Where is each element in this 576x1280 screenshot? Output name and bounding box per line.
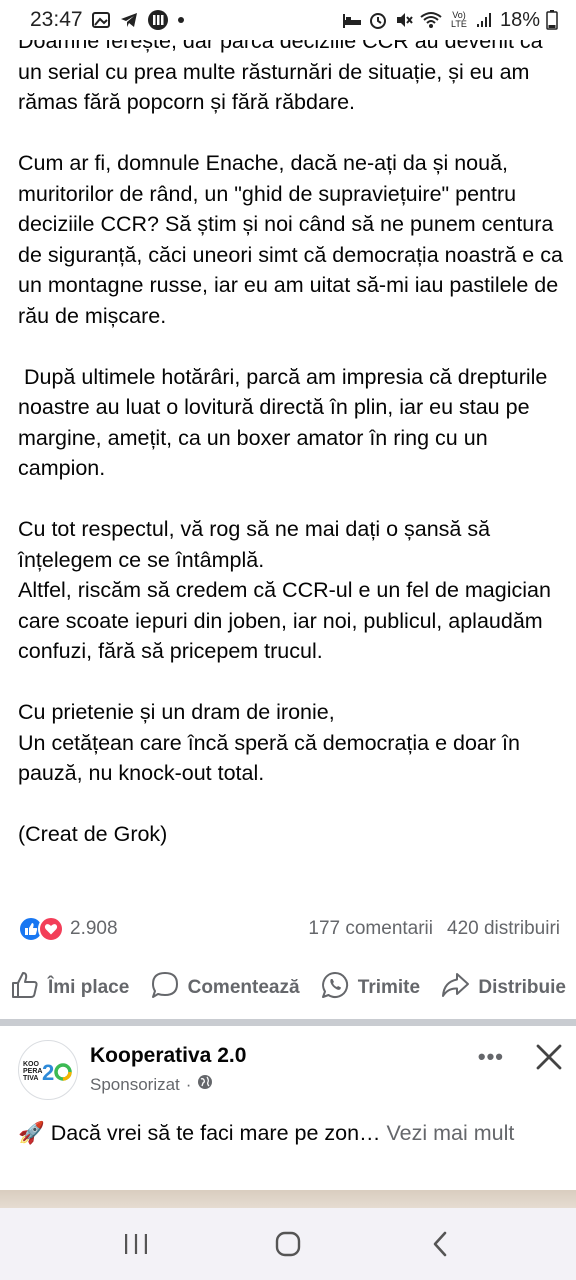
ad-image-preview[interactable] — [0, 1190, 576, 1210]
svg-text:2: 2 — [42, 1060, 54, 1085]
ad-caption-text: 🚀 Dacă vrei să te faci mare pe zon… — [18, 1121, 387, 1145]
mute-icon — [394, 10, 414, 30]
engagement-counts: 177 comentarii 420 distribuiri — [308, 918, 560, 940]
battery-icon — [546, 10, 558, 30]
back-chevron-icon — [433, 1231, 447, 1257]
back-button[interactable] — [410, 1219, 470, 1269]
love-reaction-icon — [38, 916, 64, 942]
dot-icon — [177, 16, 185, 24]
bed-icon — [342, 11, 362, 29]
svg-text:PERA: PERA — [23, 1068, 42, 1075]
alarm-icon — [368, 10, 388, 30]
post-paragraph: Cu prietenie și un dram de ironie, — [18, 700, 335, 724]
sponsored-line: Sponsorizat · — [90, 1074, 246, 1095]
post-paragraph: Cum ar fi, domnule Enache, dacă ne-ați d… — [18, 151, 563, 328]
kooperativa-logo: KOO PERA TIVA 2 — [23, 1060, 72, 1085]
sponsored-label[interactable]: Sponsorizat — [90, 1075, 180, 1095]
share-button[interactable]: Distribuie — [440, 970, 566, 1006]
post-action-bar: Îmi place Comentează Trimite Distribuie — [0, 968, 576, 1008]
like-button[interactable]: Îmi place — [10, 970, 129, 1006]
post-signature: (Creat de Grok) — [18, 822, 168, 846]
home-icon — [275, 1231, 301, 1257]
meta-separator: · — [185, 1074, 192, 1094]
signal-icon — [476, 12, 494, 28]
svg-text:TIVA: TIVA — [23, 1075, 38, 1082]
recents-icon — [125, 1234, 147, 1254]
reactions-summary: 2.908 177 comentarii 420 distribuiri — [18, 914, 560, 944]
post-paragraph: După ultimele hotărâri, parcă am impresi… — [18, 364, 554, 481]
status-bar: 23:47 Vo) LTE 18% — [0, 0, 576, 40]
like-label: Îmi place — [48, 977, 130, 998]
send-label: Trimite — [357, 977, 421, 998]
see-more-link[interactable]: Vezi mai mult — [387, 1121, 515, 1145]
post-paragraph: Cu tot respectul, vă rog să ne mai dați … — [18, 517, 491, 572]
comment-label: Comentează — [187, 977, 300, 998]
telegram-icon — [119, 10, 139, 30]
ad-caption: 🚀 Dacă vrei să te faci mare pe zon… Vezi… — [18, 1118, 558, 1148]
battery-percent: 18% — [499, 8, 540, 31]
comment-button[interactable]: Comentează — [150, 970, 300, 1006]
share-label: Distribuie — [478, 977, 566, 998]
globe-icon — [197, 1074, 213, 1095]
app-notification-icon — [147, 9, 169, 31]
reaction-icons[interactable] — [18, 916, 64, 942]
send-whatsapp-button[interactable]: Trimite — [320, 970, 420, 1006]
ad-controls: ••• — [478, 1040, 564, 1072]
lte-label: Vo) LTE — [451, 10, 467, 29]
system-navigation-bar — [0, 1208, 576, 1280]
photos-notification-icon — [91, 10, 111, 30]
feed-separator — [0, 1019, 576, 1026]
ad-meta: Kooperativa 2.0 Sponsorizat · — [90, 1040, 246, 1095]
svg-text:KOO: KOO — [23, 1061, 40, 1068]
status-time: 23:47 — [30, 8, 83, 31]
home-button[interactable] — [258, 1219, 318, 1269]
reaction-count[interactable]: 2.908 — [70, 918, 118, 940]
status-left: 23:47 — [30, 8, 185, 32]
share-arrow-icon — [440, 970, 470, 1006]
more-options-icon[interactable]: ••• — [478, 1044, 504, 1070]
page-name-link[interactable]: Kooperativa 2.0 — [90, 1044, 246, 1068]
shares-count-link[interactable]: 420 distribuiri — [447, 918, 560, 940]
post-paragraph: Un cetățean care încă speră că democrați… — [18, 730, 520, 786]
comments-count-link[interactable]: 177 comentarii — [308, 918, 433, 940]
sponsored-post-header: KOO PERA TIVA 2 Kooperativa 2.0 Sponsori… — [18, 1040, 564, 1110]
recent-apps-button[interactable] — [106, 1219, 166, 1269]
post-paragraph: Altfel, riscăm să credem că CCR-ul e un … — [18, 578, 551, 663]
wifi-icon — [420, 11, 442, 29]
thumbs-up-icon — [10, 970, 40, 1006]
close-icon[interactable] — [534, 1042, 564, 1072]
status-right: Vo) LTE 18% — [342, 9, 558, 32]
comment-bubble-icon — [150, 970, 180, 1006]
whatsapp-icon — [320, 970, 350, 1006]
page-avatar[interactable]: KOO PERA TIVA 2 — [18, 1040, 78, 1100]
post-body: Doamne ferește, dar parcă deciziile CCR … — [18, 26, 566, 850]
